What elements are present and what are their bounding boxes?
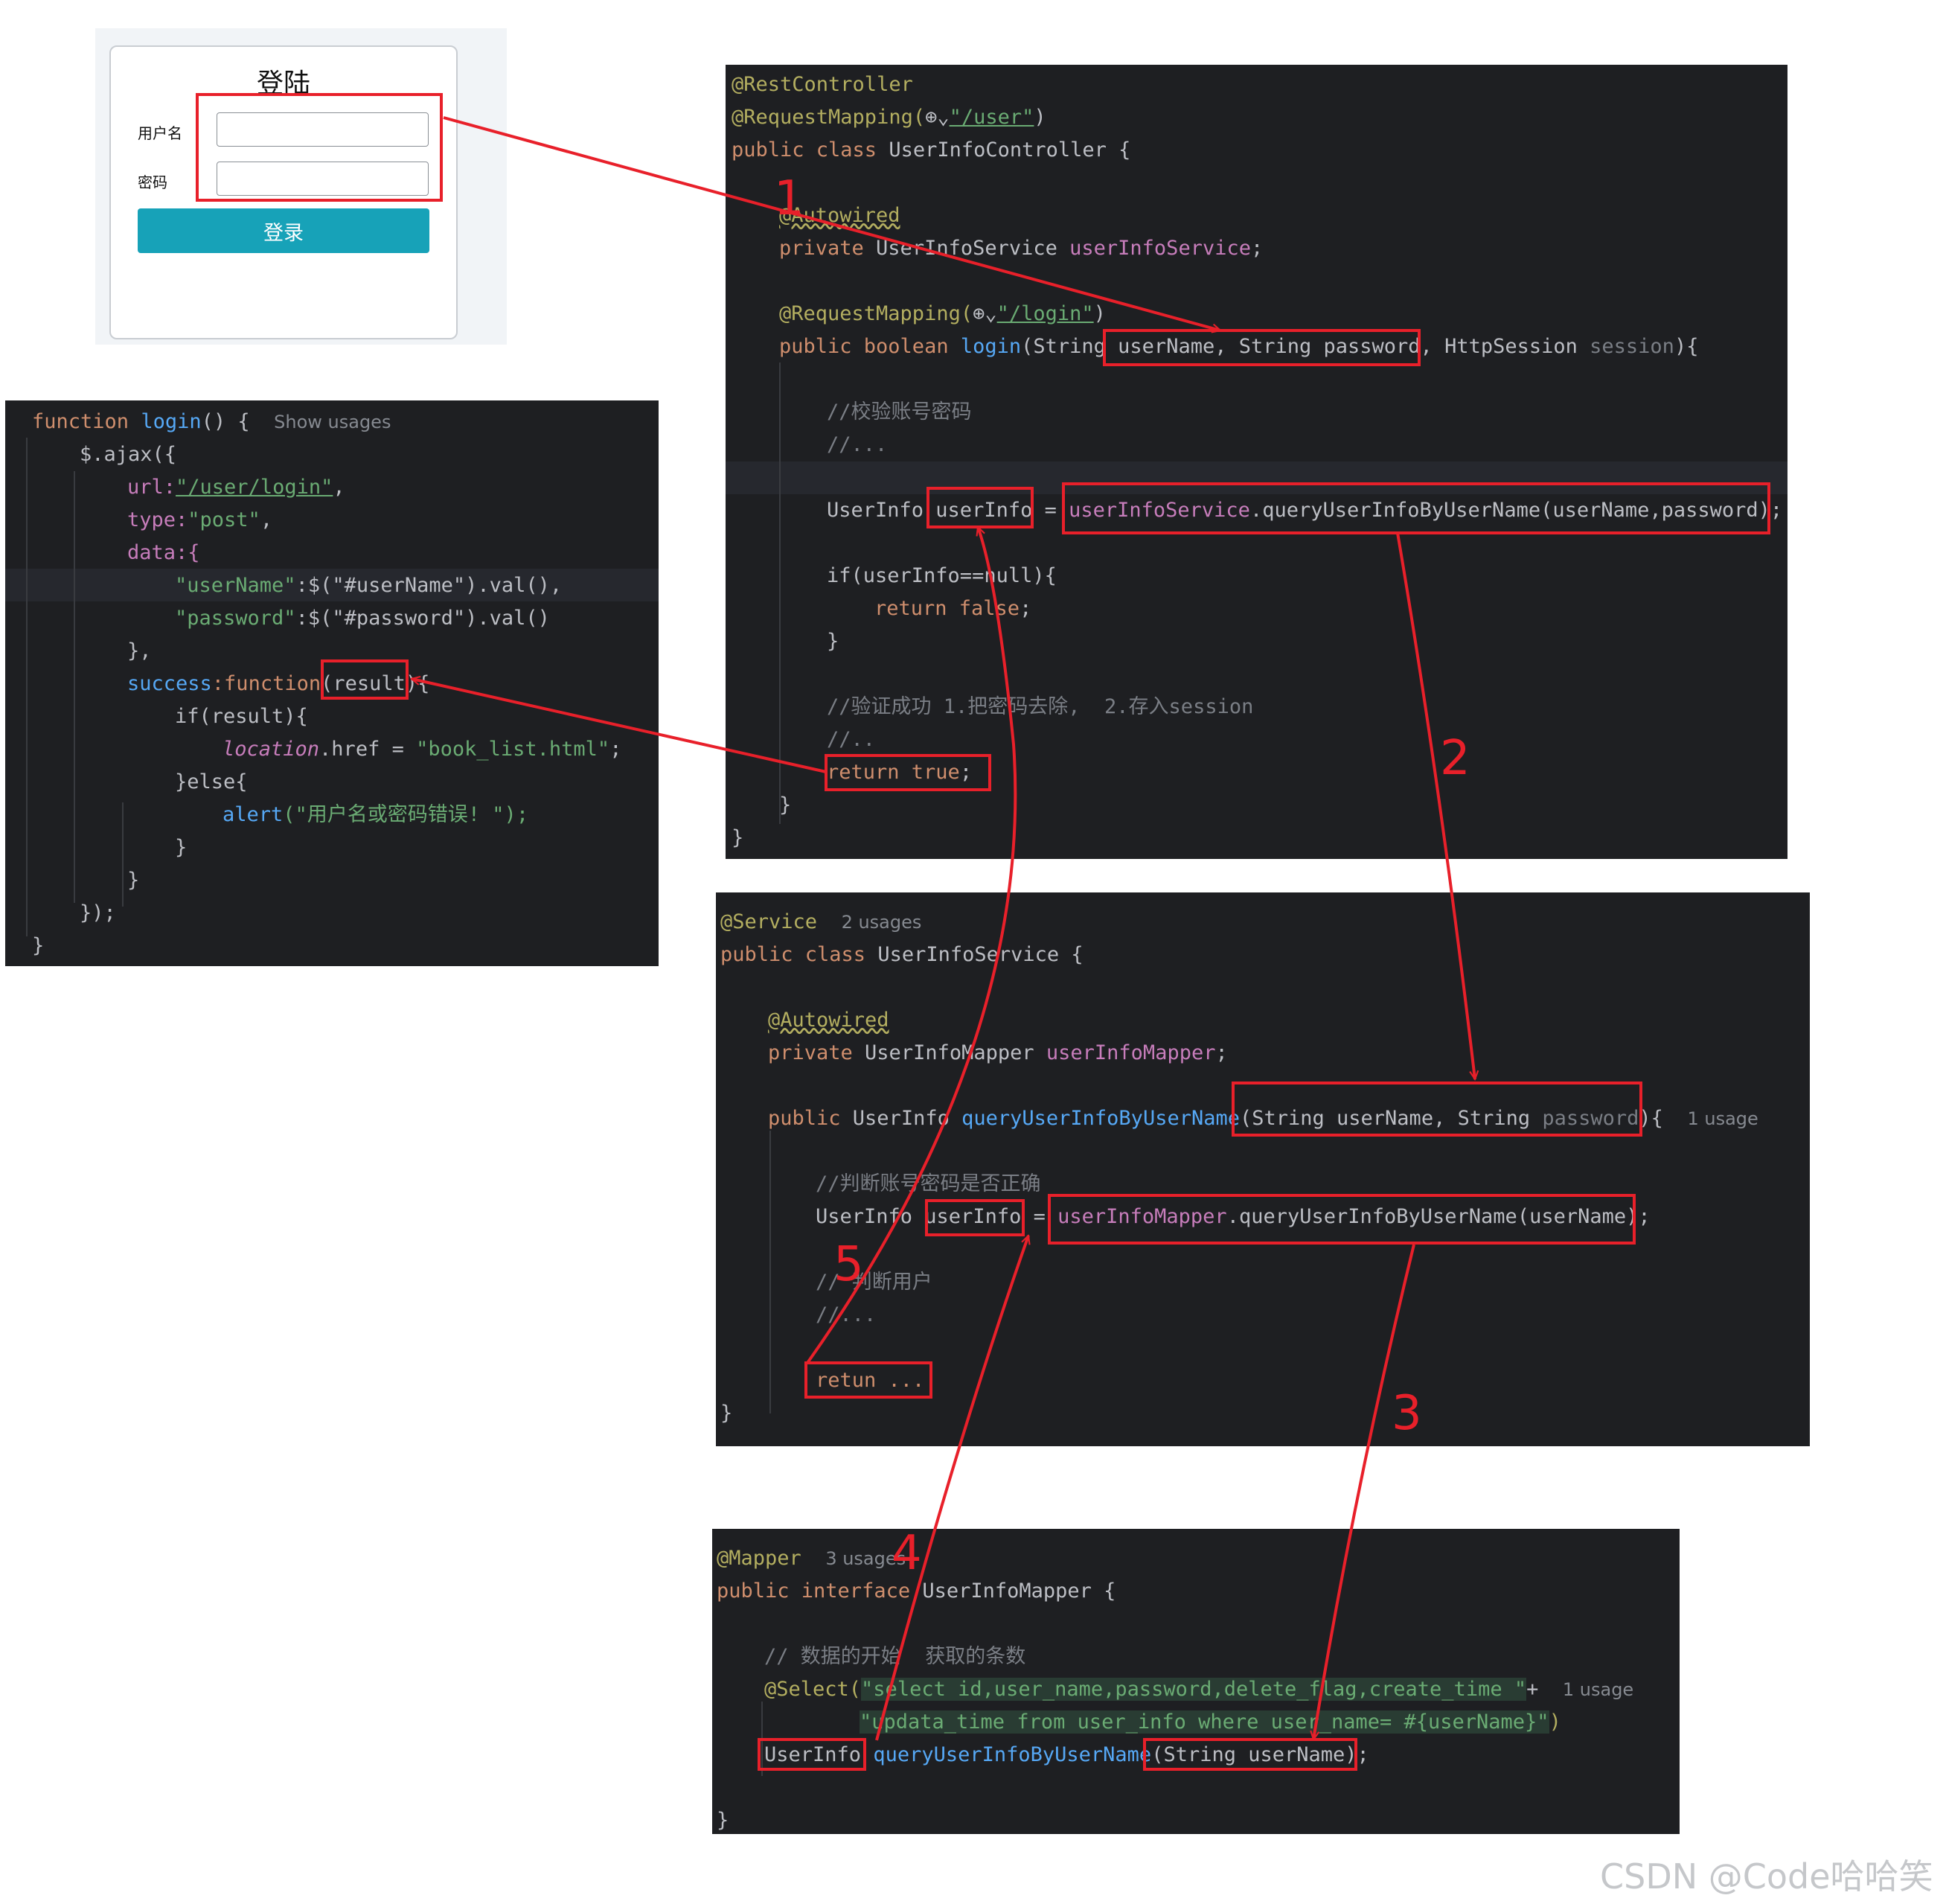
step-label-4: 4	[892, 1526, 922, 1581]
mapper-params-highlight-box	[1143, 1738, 1357, 1771]
watermark: CSDN @Code哈哈笑	[1600, 1856, 1933, 1897]
arrow-step-1	[443, 116, 1220, 330]
arrow-step-4	[875, 1236, 1028, 1741]
login-params-highlight-box	[1103, 329, 1421, 366]
login-inputs-highlight-box	[196, 93, 443, 202]
arrow-return-to-ajax	[412, 679, 827, 773]
svc-params-highlight-box	[1232, 1082, 1642, 1137]
step-label-5: 5	[833, 1237, 864, 1292]
arrow-step-2	[1396, 532, 1475, 1079]
annotation-overlay: 1 2 3 4 5	[196, 93, 1770, 1771]
step-label-3: 3	[1392, 1386, 1422, 1441]
arrow-step-3	[1313, 1244, 1415, 1740]
step-label-2: 2	[1440, 731, 1470, 786]
js-result-param-highlight-box	[321, 659, 409, 700]
ctrl-service-call-highlight-box	[1062, 482, 1770, 534]
ctrl-return-true-highlight-box	[825, 754, 991, 791]
svc-userinfo-var-highlight-box	[925, 1199, 1025, 1236]
svc-mapper-call-highlight-box	[1048, 1194, 1636, 1245]
mapper-return-type-highlight-box	[758, 1738, 866, 1771]
svc-return-highlight-box	[804, 1361, 932, 1399]
step-label-1: 1	[774, 171, 804, 226]
ctrl-userinfo-var-highlight-box	[926, 487, 1034, 528]
